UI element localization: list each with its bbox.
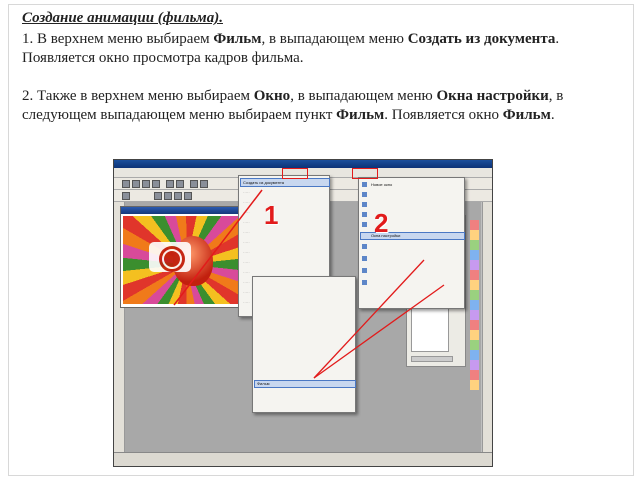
annotation-arrows [173,189,445,379]
slide: Создание анимации (фильма). 1. В верхнем… [0,0,640,480]
step-1-text-a: 1. В верхнем меню выбираем [22,31,214,47]
step-2-text-c: , в выпадающем меню [290,88,437,104]
step-1-text-b: Фильм [213,31,262,47]
step-1-paragraph: 1. В верхнем меню выбираем Фильм, в выпа… [22,30,622,68]
arrow-line [173,189,263,306]
step-2-text-a: 2. Также в верхнем меню выбираем [22,88,254,104]
step-2-paragraph: 2. Также в верхнем меню выбираем Окно, в… [22,87,622,125]
arrow-line [313,284,445,379]
step-1-text-c: , в выпадающем меню [261,31,408,47]
step-2-text-f: Фильм [336,107,385,123]
step-2-text-d: Окна настройки [436,88,549,104]
step-2-text-b: Окно [253,88,291,104]
arrow-line [313,259,425,379]
step-2-text-h: Фильм [502,107,551,123]
slide-heading: Создание анимации (фильма). [22,10,223,26]
step-2-text-i: . [550,107,555,123]
step-1-text-d: Создать из документа [407,31,556,47]
app-statusbar [114,452,492,466]
step-2-text-g: . Появляется окно [384,107,503,123]
app-screenshot: Создать из документа ····· ····· ····· ·… [113,159,493,467]
